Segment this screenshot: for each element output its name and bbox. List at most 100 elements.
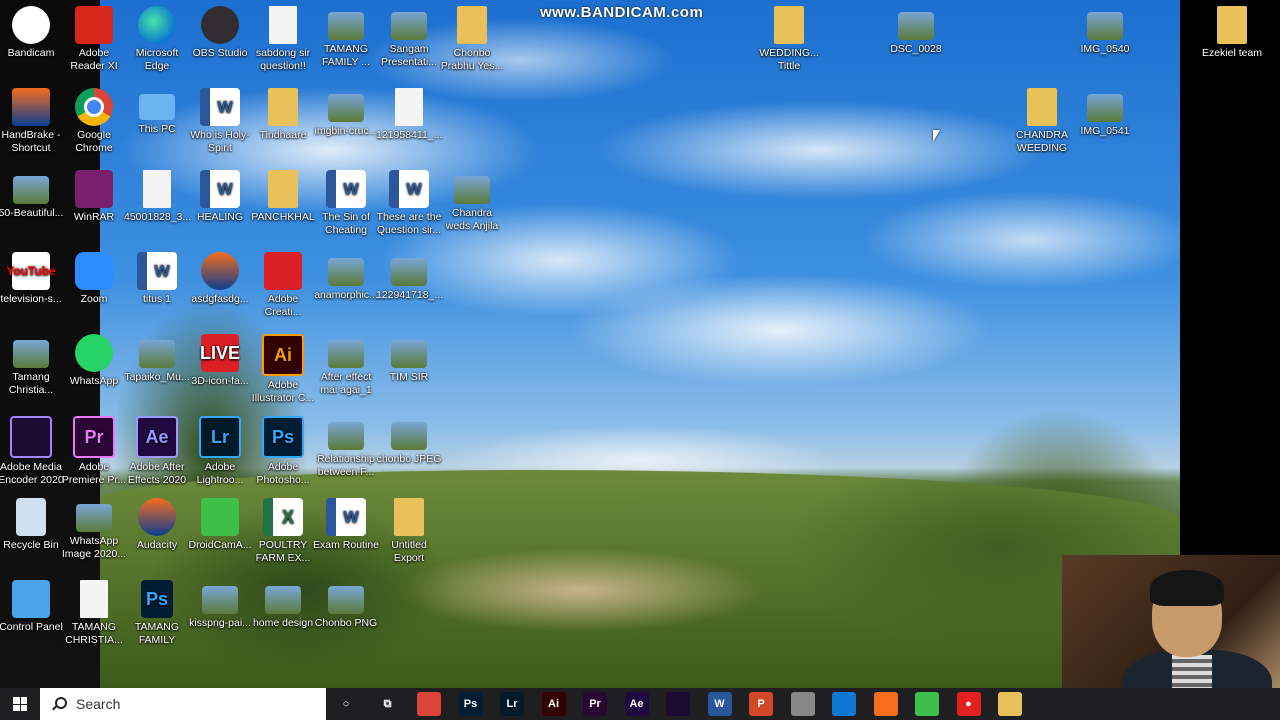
desktop-icon[interactable]: Tapaiko_Mu... bbox=[124, 334, 190, 384]
desktop-icon[interactable]: anamorphic... bbox=[313, 252, 379, 302]
photoshop-icon[interactable]: Ps bbox=[458, 692, 483, 716]
edge-icon[interactable] bbox=[832, 692, 856, 716]
bandicam-record-icon[interactable]: ● bbox=[956, 692, 981, 716]
word-doc-icon: W bbox=[200, 170, 240, 208]
desktop-icon[interactable]: X POULTRY FARM EX... bbox=[250, 498, 316, 565]
chrome-icon[interactable] bbox=[417, 692, 441, 716]
desktop-icon[interactable]: W Exam Routine bbox=[313, 498, 379, 552]
start-button[interactable] bbox=[0, 688, 40, 720]
desktop-icon[interactable]: Ps TAMANG FAMILY bbox=[124, 580, 190, 647]
taskbar-search-box[interactable]: Search bbox=[40, 688, 326, 720]
cortana-icon[interactable]: ○ bbox=[334, 692, 358, 716]
folder-icon bbox=[1217, 6, 1247, 44]
desktop-icon[interactable]: PANCHKHAL bbox=[250, 170, 316, 224]
desktop-icon[interactable]: Ezekiel team bbox=[1199, 6, 1265, 60]
desktop-icon[interactable]: kisspng-pai... bbox=[187, 580, 253, 630]
desktop-icon[interactable]: Tindhaare bbox=[250, 88, 316, 142]
desktop-icon[interactable]: LIVE 3D-icon-fa... bbox=[187, 334, 253, 388]
illustrator-icon[interactable]: Ai bbox=[541, 692, 566, 716]
image-icon bbox=[391, 340, 427, 368]
desktop-icon[interactable]: TIM SIR bbox=[376, 334, 442, 384]
desktop-icon-label: The Sin of Cheating bbox=[322, 211, 370, 236]
desktop-icon[interactable]: home design bbox=[250, 580, 316, 630]
desktop-icon[interactable]: Google Chrome bbox=[61, 88, 127, 155]
audacity-icon[interactable] bbox=[873, 692, 898, 716]
after-effects-icon[interactable]: Ae bbox=[624, 692, 649, 716]
desktop-icon[interactable]: Audacity bbox=[124, 498, 190, 552]
desktop-icon[interactable]: This PC bbox=[124, 88, 190, 136]
lightroom-icon[interactable]: Lr bbox=[500, 692, 524, 716]
desktop-icon[interactable]: Microsoft Edge bbox=[124, 6, 190, 73]
desktop-icon[interactable]: Zoom bbox=[61, 252, 127, 306]
desktop-icon[interactable]: DSC_0028 bbox=[883, 6, 949, 56]
desktop-icon[interactable]: asdgfasdg... bbox=[187, 252, 253, 306]
desktop-icon[interactable]: Control Panel bbox=[0, 580, 64, 634]
desktop-icon[interactable]: Adobe Reader XI bbox=[61, 6, 127, 73]
premiere-icon[interactable]: Pr bbox=[583, 692, 607, 716]
desktop-icon[interactable]: WhatsApp Image 2020... bbox=[61, 498, 127, 561]
desktop-icon[interactable]: chonbo JPEG bbox=[376, 416, 442, 466]
word-icon[interactable]: W bbox=[707, 692, 732, 716]
desktop-icon[interactable]: Ai Adobe Illustrator C... bbox=[250, 334, 316, 405]
desktop-icon[interactable]: Sangam Presentati... bbox=[376, 6, 442, 69]
powerpoint-icon[interactable]: P bbox=[749, 692, 773, 716]
desktop-icon[interactable]: After effect mai agai_1 bbox=[313, 334, 379, 397]
desktop-icon-label: Adobe Illustrator C... bbox=[251, 379, 315, 404]
media-encoder-icon[interactable] bbox=[666, 692, 690, 716]
desktop-icon-label: titus 1 bbox=[142, 293, 171, 305]
desktop-icon[interactable]: Chonbo PNG bbox=[313, 580, 379, 630]
document-icon bbox=[269, 6, 297, 44]
desktop-icon[interactable]: YouTube television-s... bbox=[0, 252, 64, 306]
desktop-icon[interactable]: Lr Adobe Lightroo... bbox=[187, 416, 253, 487]
desktop-icon[interactable]: IMG_0540 bbox=[1072, 6, 1138, 56]
droidcam-icon[interactable] bbox=[915, 692, 939, 716]
excel-doc-icon: X bbox=[263, 498, 303, 536]
desktop-icon[interactable]: WEDDING... Tittle bbox=[756, 6, 822, 73]
desktop-icon[interactable]: Pr Adobe Premiere Pr... bbox=[61, 416, 127, 487]
desktop-icon[interactable]: HandBrake - Shortcut bbox=[0, 88, 64, 155]
desktop-icon[interactable]: W These are the Question sir... bbox=[376, 170, 442, 237]
webcam-person-hair bbox=[1150, 570, 1224, 606]
desktop-icon[interactable]: 50-Beautiful... bbox=[0, 170, 64, 220]
file-explorer-icon[interactable] bbox=[998, 692, 1022, 716]
desktop-icon[interactable]: Chandra weds Anjila bbox=[439, 170, 505, 233]
desktop-icon[interactable]: OBS Studio bbox=[187, 6, 253, 60]
desktop-icon-label: Adobe Premiere Pr... bbox=[61, 461, 127, 486]
desktop-icon[interactable]: Tamang Christia... bbox=[0, 334, 64, 397]
desktop-icon[interactable]: Ps Adobe Photosho... bbox=[250, 416, 316, 487]
desktop-icon[interactable]: Ae Adobe After Effects 2020 bbox=[124, 416, 190, 487]
desktop-icon-label: Zoom bbox=[80, 293, 108, 305]
desktop-icon[interactable]: W Who is Holy-Spirit bbox=[187, 88, 253, 155]
desktop-icon[interactable]: 121958411_... bbox=[376, 88, 442, 142]
explorer-icon[interactable] bbox=[790, 692, 815, 716]
psd-file-icon: Ps bbox=[141, 580, 173, 618]
desktop-icon[interactable]: W HEALING bbox=[187, 170, 253, 224]
desktop-icon[interactable]: TAMANG CHRISTIA... bbox=[61, 580, 127, 647]
desktop-icon[interactable]: Recycle Bin bbox=[0, 498, 64, 552]
illustrator-icon: Ai bbox=[262, 334, 304, 376]
desktop-icon[interactable]: Bandicam bbox=[0, 6, 64, 60]
desktop-icon[interactable]: TAMANG FAMILY ... bbox=[313, 6, 379, 69]
desktop-icon[interactable]: W The Sin of Cheating bbox=[313, 170, 379, 237]
desktop-icon[interactable]: CHANDRA WEEDING bbox=[1009, 88, 1075, 155]
desktop-icon[interactable]: IMG_0541 bbox=[1072, 88, 1138, 138]
desktop-icon[interactable]: imgbin-cruc... bbox=[313, 88, 379, 138]
desktop-icon[interactable]: WinRAR bbox=[61, 170, 127, 224]
zoom-icon bbox=[75, 252, 113, 290]
desktop-icon[interactable]: 122941718_... bbox=[376, 252, 443, 302]
desktop-icon[interactable]: Wtitus 1 bbox=[124, 252, 190, 306]
youtube-icon: YouTube bbox=[6, 252, 56, 290]
desktop-icon[interactable]: WhatsApp bbox=[61, 334, 127, 388]
desktop-icon[interactable]: Adobe Media Encoder 2020 bbox=[0, 416, 64, 487]
word-doc-icon: W bbox=[200, 88, 240, 126]
chrome-icon bbox=[75, 88, 113, 126]
desktop-icon[interactable]: 45001828_3... bbox=[124, 170, 191, 224]
desktop-icon[interactable]: Untitled Export bbox=[376, 498, 442, 565]
task-view-icon[interactable]: ⧉ bbox=[375, 692, 400, 716]
desktop-icon[interactable]: DroidCamA... bbox=[187, 498, 253, 552]
desktop-icon[interactable]: Relationship between F... bbox=[313, 416, 379, 479]
bandicam-watermark: www.BANDICAM.com bbox=[540, 4, 704, 21]
desktop-icon[interactable]: Chonbo Prabhu Yes... bbox=[439, 6, 505, 73]
desktop-icon[interactable]: Adobe Creati... bbox=[250, 252, 316, 319]
desktop-icon[interactable]: sabdong sir question!! bbox=[250, 6, 316, 73]
